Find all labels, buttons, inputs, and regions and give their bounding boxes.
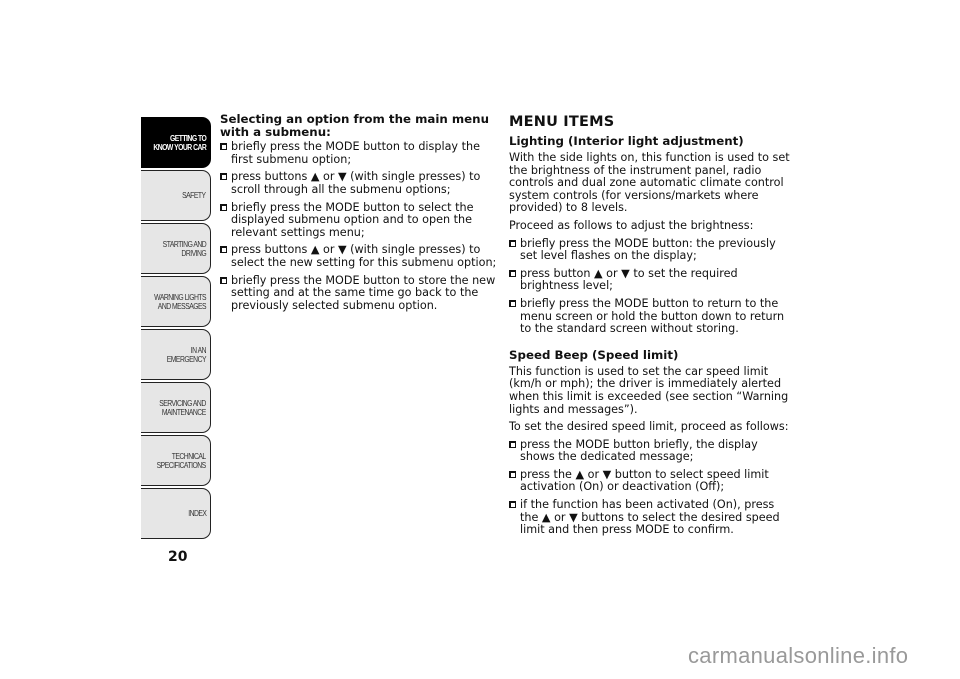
chapter-tabs: GETTING TO KNOW YOUR CAR SAFETY STARTING…	[141, 117, 211, 541]
speed-beep-heading: Speed Beep (Speed limit)	[509, 347, 679, 362]
right-column: MENU ITEMS Lighting (Interior light adju…	[509, 113, 794, 542]
tab-label: SERVICING AND MAINTENANCE	[159, 398, 206, 417]
submenu-steps: briefly press the MODE button to display…	[220, 140, 500, 313]
speed-beep-proceed: To set the desired speed limit, proceed …	[509, 420, 789, 434]
tab-safety[interactable]: SAFETY	[141, 170, 211, 221]
list-item: briefly press the MODE button to select …	[220, 201, 500, 240]
checkbox-bullet-icon	[220, 203, 227, 211]
lighting-steps: briefly press the MODE button: the previ…	[509, 237, 794, 336]
tab-index[interactable]: INDEX	[141, 488, 211, 539]
tab-technical-specifications[interactable]: TECHNICAL SPECIFICATIONS	[141, 435, 211, 486]
tab-label: SAFETY	[182, 191, 207, 200]
checkbox-bullet-icon	[509, 299, 516, 307]
list-item: briefly press the MODE button to return …	[509, 297, 794, 336]
page-number: 20	[168, 549, 188, 565]
watermark: carmanualsonline.info	[688, 643, 909, 668]
tab-in-an-emergency[interactable]: IN AN EMERGENCY	[141, 329, 211, 380]
tab-starting-and-driving[interactable]: STARTING AND DRIVING	[141, 223, 211, 274]
tab-warning-lights[interactable]: WARNING LIGHTS AND MESSAGES	[141, 276, 211, 327]
tab-label: INDEX	[187, 509, 207, 518]
tab-label: STARTING AND DRIVING	[162, 239, 206, 258]
tab-getting-to-know-your-car[interactable]: GETTING TO KNOW YOUR CAR	[141, 117, 211, 168]
tab-label: IN AN EMERGENCY	[166, 345, 207, 364]
tab-label: GETTING TO KNOW YOUR CAR	[153, 133, 206, 152]
checkbox-bullet-icon	[509, 440, 516, 448]
list-item: press the ▲ or ▼ button to select speed …	[509, 468, 794, 494]
section-title: MENU ITEMS	[509, 114, 615, 130]
checkbox-bullet-icon	[509, 470, 516, 478]
submenu-heading: Selecting an option from the main menu w…	[220, 112, 489, 139]
list-item: press the MODE button briefly, the displ…	[509, 438, 794, 464]
speed-beep-steps: press the MODE button briefly, the displ…	[509, 438, 794, 537]
list-item: if the function has been activated (On),…	[509, 498, 794, 537]
list-item: briefly press the MODE button to display…	[220, 140, 500, 166]
checkbox-bullet-icon	[509, 269, 516, 277]
list-item: briefly press the MODE button: the previ…	[509, 237, 794, 263]
left-column: Selecting an option from the main menu w…	[220, 113, 500, 317]
tab-label: WARNING LIGHTS AND MESSAGES	[154, 292, 206, 311]
checkbox-bullet-icon	[220, 246, 227, 254]
lighting-intro: With the side lights on, this function i…	[509, 151, 790, 215]
list-item: press button ▲ or ▼ to set the required …	[509, 267, 794, 293]
checkbox-bullet-icon	[220, 276, 227, 284]
speed-beep-intro: This function is used to set the car spe…	[509, 364, 789, 416]
tab-servicing[interactable]: SERVICING AND MAINTENANCE	[141, 382, 211, 433]
checkbox-bullet-icon	[509, 239, 516, 247]
tab-label: TECHNICAL SPECIFICATIONS	[156, 451, 207, 470]
checkbox-bullet-icon	[509, 501, 516, 509]
list-item: press buttons ▲ or ▼ (with single presse…	[220, 244, 500, 269]
lighting-heading: Lighting (Interior light adjustment)	[509, 134, 744, 148]
lighting-proceed: Proceed as follows to adjust the brightn…	[509, 218, 754, 232]
list-item: press buttons ▲ or ▼ (with single presse…	[220, 171, 500, 196]
checkbox-bullet-icon	[220, 173, 227, 181]
checkbox-bullet-icon	[220, 143, 227, 151]
list-item: briefly press the MODE button to store t…	[220, 274, 500, 313]
